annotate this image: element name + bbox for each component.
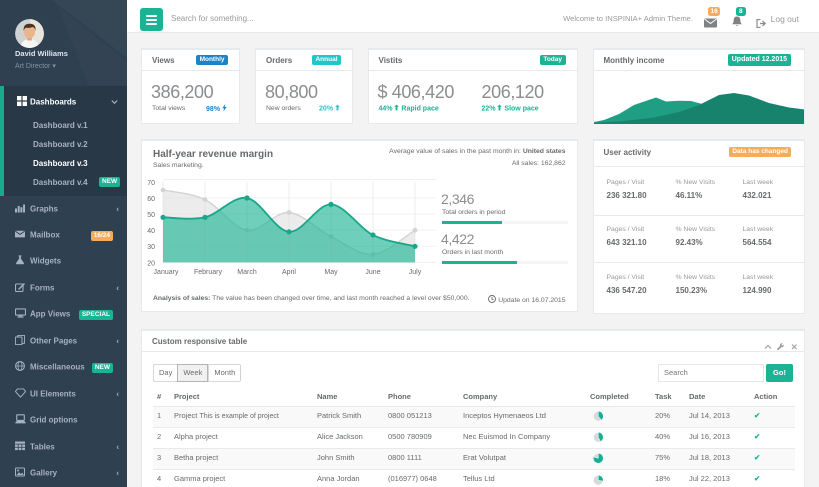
svg-text:30: 30 (147, 244, 155, 251)
svg-text:July: July (409, 269, 422, 276)
svg-text:February: February (194, 269, 223, 276)
svg-text:May: May (324, 269, 338, 276)
svg-text:March: March (237, 269, 257, 276)
svg-text:January: January (154, 269, 179, 276)
svg-text:70: 70 (147, 179, 155, 186)
svg-text:50: 50 (147, 212, 155, 219)
svg-text:40: 40 (147, 228, 155, 235)
svg-text:60: 60 (147, 195, 155, 202)
svg-text:April: April (282, 269, 296, 276)
svg-text:June: June (365, 269, 380, 276)
svg-text:20: 20 (147, 260, 155, 267)
